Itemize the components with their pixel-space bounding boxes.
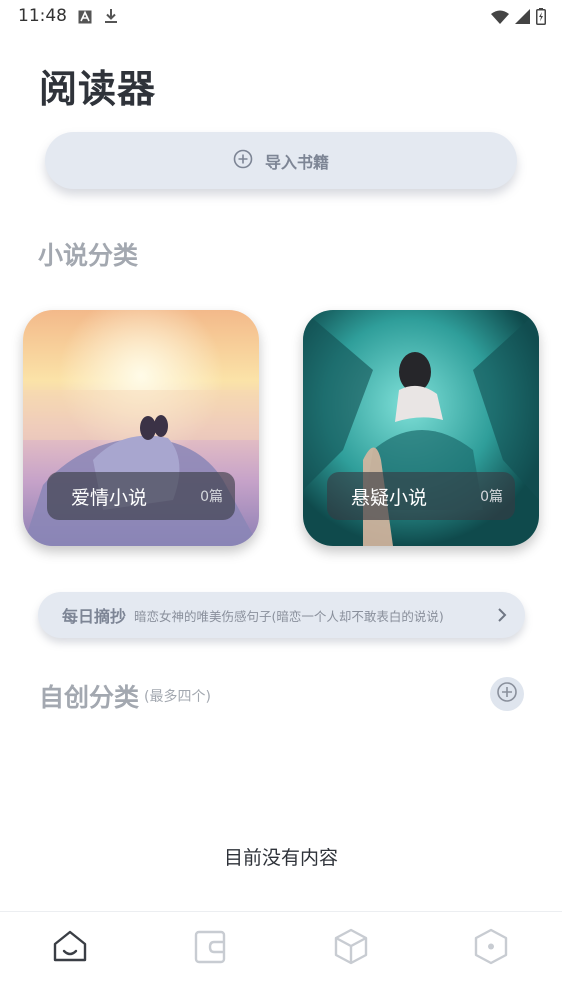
page-title: 阅读器 <box>39 67 157 111</box>
home-icon <box>51 927 89 969</box>
category-name: 爱情小说 <box>71 486 148 509</box>
cube-icon <box>332 927 370 969</box>
category-count: 0篇 <box>480 489 503 505</box>
custom-section-subtitle: (最多四个) <box>144 689 211 705</box>
settings-hexagon-icon <box>472 927 510 969</box>
plus-circle-icon <box>233 149 253 173</box>
category-name: 悬疑小说 <box>351 486 428 509</box>
wifi-icon <box>491 9 509 28</box>
nav-home[interactable] <box>50 928 90 968</box>
category-card-mystery[interactable]: 悬疑小说 0篇 <box>303 310 539 546</box>
font-a-icon <box>78 9 92 28</box>
battery-icon <box>536 8 546 29</box>
bottom-nav <box>0 911 562 1000</box>
novel-section-title: 小说分类 <box>38 241 139 270</box>
nav-wallet[interactable] <box>190 928 230 968</box>
daily-quote-title: 每日摘抄 <box>62 607 127 626</box>
signal-icon <box>515 9 530 28</box>
chevron-right-icon <box>497 607 507 623</box>
custom-section-title: 自创分类 <box>39 683 140 712</box>
import-books-label: 导入书籍 <box>264 152 329 172</box>
add-category-button[interactable] <box>490 677 524 711</box>
nav-discover[interactable] <box>331 928 371 968</box>
nav-settings[interactable] <box>471 928 511 968</box>
empty-state-text: 目前没有内容 <box>223 847 338 869</box>
category-card-romance[interactable]: 爱情小说 0篇 <box>23 310 259 546</box>
daily-quote-bar[interactable]: 每日摘抄 暗恋女神的唯美伤感句子(暗恋一个人却不敢表白的说说) <box>38 592 525 638</box>
download-icon <box>104 8 118 28</box>
plus-circle-icon <box>496 681 518 707</box>
category-count: 0篇 <box>200 489 223 505</box>
import-books-button[interactable]: 导入书籍 <box>45 132 517 189</box>
status-bar: 11:48 <box>0 0 562 32</box>
wallet-icon <box>192 928 228 968</box>
daily-quote-text: 暗恋女神的唯美伤感句子(暗恋一个人却不敢表白的说说) <box>134 608 444 624</box>
status-time: 11:48 <box>18 6 67 26</box>
